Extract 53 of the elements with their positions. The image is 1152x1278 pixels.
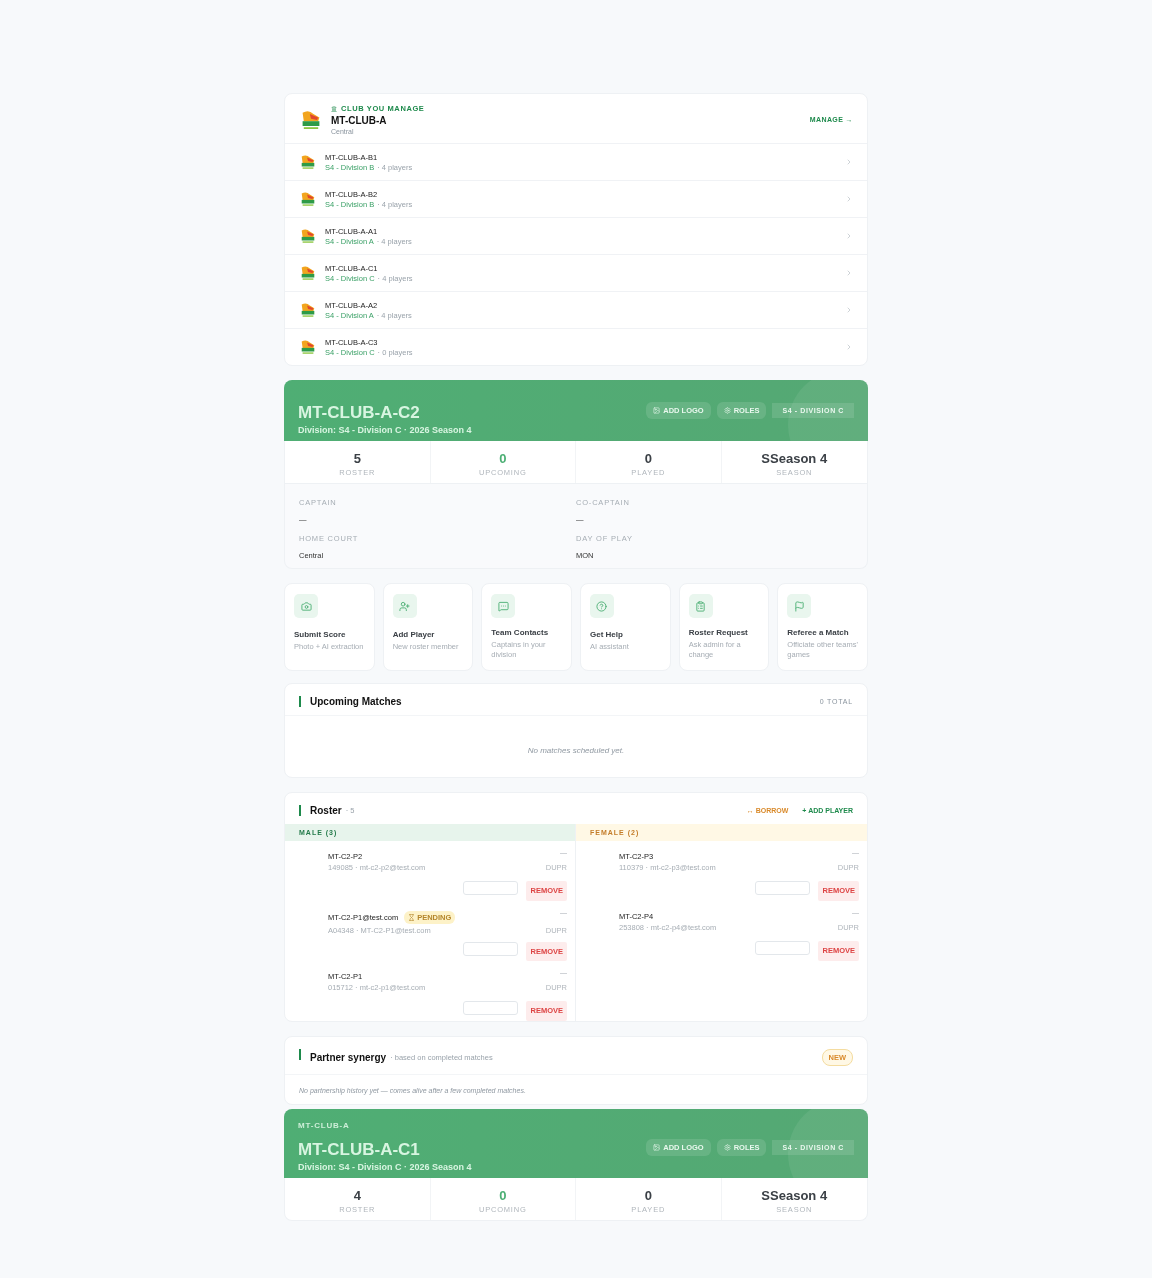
action-title: Add Player (392, 630, 436, 639)
user-plus-icon (399, 600, 411, 612)
club-logo-icon (299, 338, 317, 356)
rating-input[interactable] (463, 880, 519, 895)
stat-value: SSeason 4 (761, 1188, 828, 1203)
chevron-right-icon (845, 195, 853, 203)
action-title: Referee a Match (787, 627, 850, 637)
flag-icon (793, 600, 805, 612)
action-title: Roster Request (688, 627, 749, 637)
image-icon (653, 1144, 661, 1151)
club-logo-icon (299, 301, 317, 319)
rating-input[interactable] (463, 942, 519, 956)
stat-value: 4 (353, 1188, 361, 1203)
chevron-right-icon (845, 232, 853, 240)
chevron-right-icon (845, 306, 853, 314)
rating-input[interactable] (755, 880, 811, 895)
hourglass-icon (408, 914, 416, 921)
chevron-right-icon (845, 343, 853, 351)
club-logo-icon (299, 190, 317, 208)
chat-bubble-icon (497, 600, 509, 612)
building-icon (331, 105, 337, 112)
section-title: Roster (310, 805, 342, 816)
club-logo-icon (299, 264, 317, 282)
section-title: Partner synergy (310, 1052, 387, 1063)
team-division: Division: S4 - Division C · 2026 Season 4 (298, 425, 473, 435)
team-name: MT-CLUB-A-C1 (298, 1140, 421, 1160)
empty-message: No matches scheduled yet. (526, 745, 626, 757)
camera-icon (300, 600, 312, 612)
gear-icon (723, 407, 731, 414)
stat-value: SSeason 4 (761, 451, 828, 466)
stat-value: 0 (499, 451, 507, 466)
gear-icon (723, 1144, 731, 1151)
team-division: Division: S4 - Division C · 2026 Season 4 (298, 1162, 473, 1172)
stat-value: 0 (644, 1188, 652, 1203)
rating-input[interactable] (755, 940, 811, 955)
club-name: MT-CLUB-A (298, 1121, 351, 1130)
club-name: MT-CLUB-A (331, 115, 388, 126)
team-name: MT-CLUB-A-C2 (298, 403, 421, 423)
action-title: Get Help (590, 630, 624, 639)
stat-value: 5 (353, 451, 361, 466)
club-logo-icon (299, 227, 317, 245)
chevron-right-icon (845, 158, 853, 166)
image-icon (653, 407, 661, 414)
action-title: Team Contacts (491, 627, 550, 637)
club-logo-icon (299, 153, 317, 171)
section-title: Upcoming Matches (310, 696, 402, 707)
action-title: Submit Score (294, 630, 347, 639)
stat-value: 0 (644, 451, 652, 466)
stat-value: 0 (499, 1188, 507, 1203)
help-icon (596, 600, 608, 612)
rating-input[interactable] (463, 1000, 519, 1015)
clipboard-icon (695, 600, 707, 612)
chevron-right-icon (845, 269, 853, 277)
